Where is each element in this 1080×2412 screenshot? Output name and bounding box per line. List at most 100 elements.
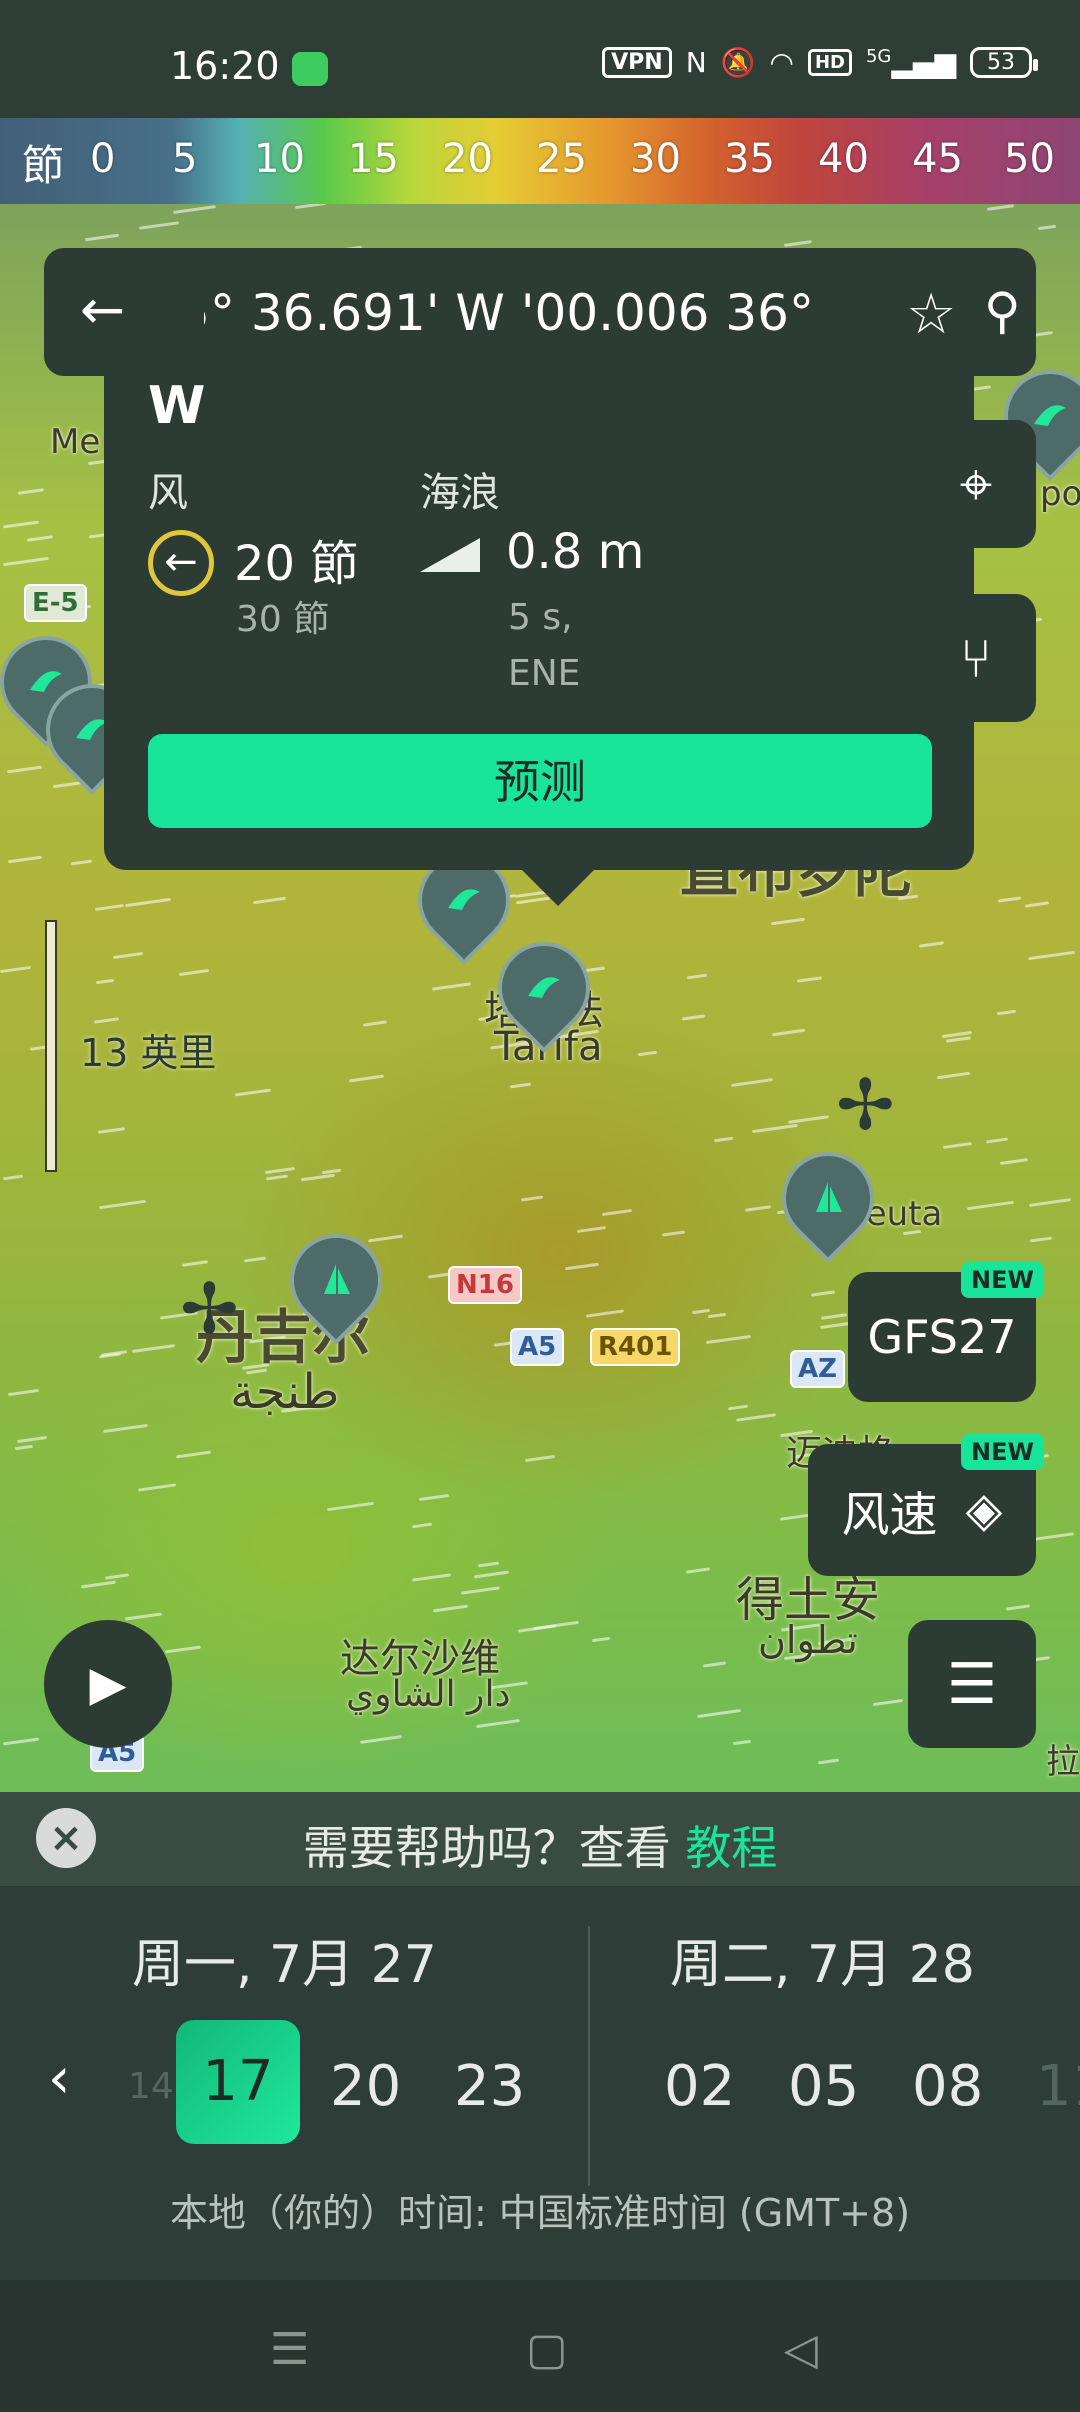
status-icons: VPN N 🔕 ◠ HD 5G▂▄▆ 53	[602, 46, 1038, 79]
wind-streak	[411, 1573, 452, 1582]
scale-tick: 25	[536, 136, 587, 182]
mute-icon: 🔕	[720, 46, 756, 79]
road-label: A5	[510, 1328, 565, 1366]
wind-streak	[3, 556, 49, 567]
wind-streak	[124, 1612, 163, 1621]
wind-turbine-icon[interactable]: ✢	[180, 1268, 239, 1350]
wifi-icon: ◠	[769, 46, 794, 79]
coordinates-text[interactable]: 36° 00.006' N, 5° 36.691' W	[204, 284, 814, 342]
hour-item[interactable]: 05	[788, 2054, 859, 2119]
map-label-me: Me	[50, 422, 101, 462]
help-banner: × 需要帮助吗？查看 教程	[0, 1792, 1080, 1886]
hd-icon: HD	[807, 49, 852, 76]
status-time: 16:20	[170, 44, 280, 88]
wind-streak	[173, 205, 216, 214]
wind-streak	[727, 1404, 749, 1411]
wind-streak	[327, 1501, 374, 1512]
back-triangle-icon[interactable]: ◁	[784, 2324, 818, 2375]
road-label: AZ	[790, 1350, 845, 1388]
wind-streak	[1005, 1604, 1031, 1611]
route-button[interactable]: ⑂	[916, 594, 1036, 722]
wind-streak	[787, 1115, 830, 1124]
favorite-star-icon[interactable]: ☆	[906, 282, 956, 347]
search-icon[interactable]: ⚲	[984, 282, 1021, 340]
scale-tick: 15	[348, 136, 399, 182]
wind-streak	[112, 951, 144, 960]
signal-icon: 5G▂▄▆	[865, 46, 956, 79]
wind-streak	[1028, 950, 1075, 961]
wind-streak	[985, 1137, 1009, 1144]
scale-tick: 50	[1004, 136, 1055, 182]
spot-info-popup: W 风 海浪 ← 20 節 30 節 0.8 m 5 s, ENE 预测	[104, 370, 974, 906]
sail-spot-pin[interactable]	[762, 1132, 894, 1264]
tutorial-link[interactable]: 教程	[685, 1821, 777, 1875]
route-icon: ⑂	[959, 626, 993, 690]
wind-streak	[17, 488, 45, 495]
wind-streak	[362, 1020, 388, 1027]
wind-streak	[234, 1088, 272, 1097]
wind-streak	[706, 1334, 751, 1345]
help-label: 需要帮助吗？查看	[302, 1821, 686, 1875]
hour-item[interactable]: 11	[1036, 2054, 1080, 2119]
wind-streak	[138, 221, 180, 230]
menu-icon[interactable]: ☰	[270, 2324, 309, 2375]
scale-tick: 30	[630, 136, 681, 182]
hour-item[interactable]: 14	[128, 2066, 174, 2107]
wind-streak	[661, 1230, 686, 1237]
messages-icon	[292, 52, 328, 86]
wind-streak	[1029, 1236, 1053, 1243]
wind-streak	[252, 896, 287, 905]
wave-height: 0.8 m	[506, 524, 645, 580]
scale-tick: 45	[912, 136, 963, 182]
wind-streak	[99, 1199, 146, 1210]
hour-item[interactable]: 20	[330, 2054, 401, 2119]
wind-streak	[431, 982, 472, 991]
hour-item[interactable]: 23	[454, 2054, 525, 2119]
timezone-label: 本地（你的）时间: 中国标准时间 (GMT+8)	[169, 2191, 911, 2235]
search-bar: ← 36° 00.006' N, 5° 36.691' W ☆ ⚲	[44, 248, 1036, 376]
wind-streak	[243, 1256, 267, 1263]
chevron-left-icon[interactable]: ‹	[48, 2046, 70, 2111]
sail-icon	[804, 1174, 852, 1222]
model-gfs-button[interactable]: GFS27 NEW	[848, 1262, 1044, 1402]
forecast-button[interactable]: 预测	[148, 734, 932, 828]
wind-streak	[681, 1014, 706, 1021]
wind-streak	[564, 1262, 600, 1271]
layer-selector-button[interactable]: 风速 ◈ NEW	[808, 1434, 1044, 1576]
wind-streak	[817, 1758, 840, 1765]
wind-streak	[70, 859, 93, 866]
wind-streak	[576, 1225, 607, 1234]
wind-streak	[986, 204, 1015, 211]
wind-streak	[264, 1166, 296, 1175]
forecast-timeline: 周一, 7月 27 周二, 7月 28 ‹ 14 17 20 23 02 05 …	[0, 1886, 1080, 2280]
back-arrow-icon[interactable]: ←	[80, 278, 125, 341]
hour-item-selected[interactable]: 17	[176, 2020, 300, 2144]
help-text: 需要帮助吗？查看 教程	[0, 1812, 1080, 1878]
wind-streak	[95, 978, 115, 985]
wind-streak	[97, 1127, 126, 1134]
wind-streak	[697, 1708, 741, 1719]
hour-item[interactable]: 08	[912, 2054, 983, 2119]
wind-streak	[945, 1036, 972, 1043]
wind-streak	[14, 1444, 34, 1451]
battery-icon: 53	[970, 47, 1038, 78]
wind-streak	[942, 1141, 973, 1150]
home-icon[interactable]: ▢	[526, 2324, 568, 2375]
network-type: 5G	[865, 46, 892, 67]
wind-streak	[137, 1483, 177, 1492]
play-animation-button[interactable]: ▶	[44, 1620, 172, 1748]
day-label-monday: 周一, 7月 27	[132, 1935, 437, 1995]
kite-icon	[520, 964, 568, 1012]
scale-unit: 節	[22, 141, 65, 190]
wind-turbine-icon[interactable]: ✢	[836, 1064, 895, 1146]
hour-item[interactable]: 02	[664, 2054, 735, 2119]
wind-streak	[702, 1661, 727, 1668]
layers-icon: ◈	[965, 1482, 1003, 1538]
locate-me-button[interactable]: ⌖	[916, 420, 1036, 548]
wave-heading: 海浪	[420, 470, 500, 516]
wind-streak	[637, 1050, 658, 1057]
layer-label: 风速	[841, 1487, 938, 1543]
wind-streak	[132, 1344, 175, 1353]
wind-streak	[411, 1522, 433, 1529]
settings-sliders-button[interactable]: ☰	[908, 1620, 1036, 1748]
